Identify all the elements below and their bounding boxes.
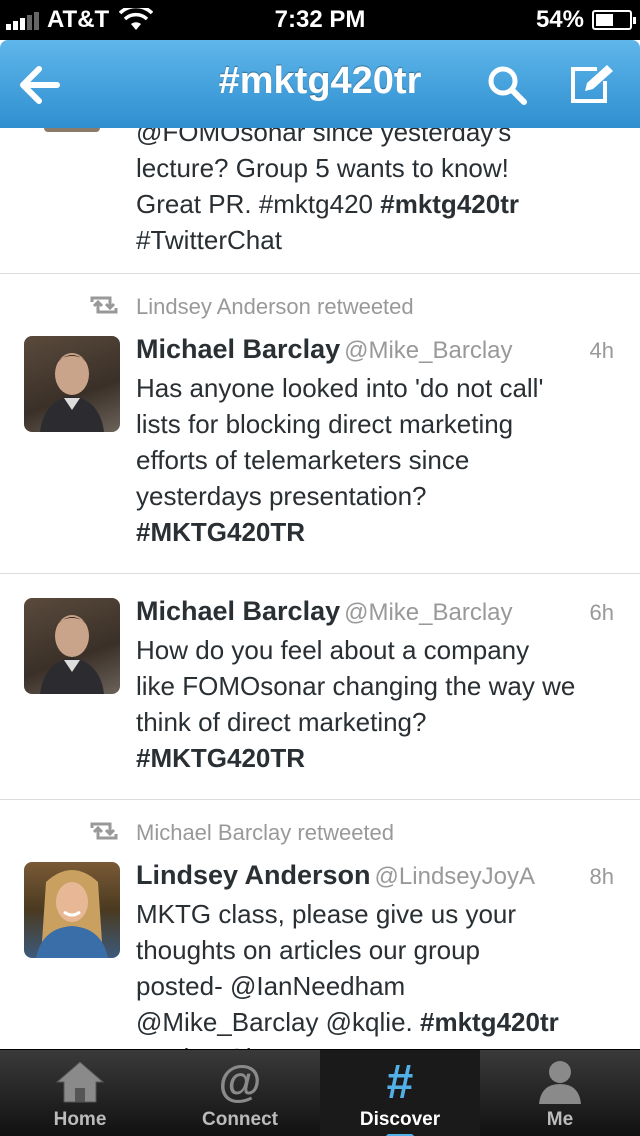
author-name[interactable]: Michael Barclay bbox=[136, 596, 340, 626]
svg-text:#: # bbox=[387, 1058, 414, 1104]
tweet-time: 8h bbox=[589, 864, 614, 889]
avatar[interactable] bbox=[24, 336, 120, 432]
at-icon: @ bbox=[219, 1058, 262, 1104]
retweet-icon bbox=[90, 296, 118, 314]
hashtag-link[interactable]: #mktg420tr bbox=[380, 189, 519, 219]
tweet-time: 4h bbox=[589, 338, 614, 363]
tweet[interactable]: Michael Barclay retweeted Lindsey Anders… bbox=[0, 800, 640, 1049]
tweet-text: @FOMOsonar since yesterday's lecture? Gr… bbox=[136, 128, 626, 258]
author-handle: @LindseyJoyA bbox=[374, 863, 535, 890]
hashtag-link[interactable]: #TwitterChat bbox=[136, 1040, 626, 1049]
hashtag-link[interactable]: #TwitterChat bbox=[136, 222, 626, 258]
hashtag-link[interactable]: #mktg420tr bbox=[420, 1007, 559, 1037]
avatar[interactable] bbox=[24, 862, 120, 958]
author-name[interactable]: Lindsey Anderson bbox=[136, 860, 371, 890]
compose-icon bbox=[571, 65, 613, 103]
navigation-bar: #mktg420tr bbox=[0, 40, 640, 128]
hashtag-link[interactable]: #MKTG420TR bbox=[136, 517, 305, 547]
tweet[interactable]: Lindsey Anderson retweeted Michael Barcl… bbox=[0, 274, 640, 574]
tweet[interactable]: Michael Barclay @Mike_Barclay 6h How do y… bbox=[0, 574, 640, 800]
tab-label: Me bbox=[546, 1109, 574, 1130]
author-handle: @Mike_Barclay bbox=[344, 337, 513, 364]
tweet-text: How do you feel about a company like FOM… bbox=[136, 635, 576, 773]
tab-discover[interactable]: # Discover bbox=[320, 1050, 480, 1136]
tab-me[interactable]: Me bbox=[480, 1050, 640, 1136]
battery-fill bbox=[596, 14, 613, 26]
battery-icon bbox=[592, 10, 636, 30]
avatar-photo bbox=[40, 615, 104, 694]
avatar-photo bbox=[40, 353, 104, 432]
author-line: Michael Barclay @Mike_Barclay bbox=[136, 596, 513, 627]
retweeted-by: Michael Barclay retweeted bbox=[136, 820, 395, 845]
tweet[interactable]: @FOMOsonar since yesterday's lecture? Gr… bbox=[0, 128, 640, 274]
author-line: Michael Barclay @Mike_Barclay bbox=[136, 334, 513, 365]
tweet-text: Has anyone looked into 'do not call' lis… bbox=[136, 373, 544, 547]
page-title: #mktg420tr bbox=[218, 60, 422, 102]
avatar-edge bbox=[44, 128, 100, 132]
tab-connect[interactable]: @ Connect bbox=[160, 1050, 320, 1136]
tweet-text: MKTG class, please give us your thoughts… bbox=[136, 896, 626, 1049]
tweet-feed[interactable]: @FOMOsonar since yesterday's lecture? Gr… bbox=[0, 128, 640, 1049]
battery-percent: 54% bbox=[535, 6, 584, 33]
avatar[interactable] bbox=[24, 598, 120, 694]
author-handle: @Mike_Barclay bbox=[344, 599, 513, 626]
tab-label: Discover bbox=[359, 1109, 441, 1130]
author-line: Lindsey Anderson @LindseyJoyA bbox=[136, 860, 535, 891]
retweet-icon bbox=[90, 822, 118, 840]
search-icon bbox=[488, 66, 527, 105]
home-icon bbox=[55, 1061, 105, 1103]
tab-label: Home bbox=[53, 1109, 107, 1130]
tab-home[interactable]: Home bbox=[0, 1050, 160, 1136]
retweeted-by: Lindsey Anderson retweeted bbox=[136, 294, 414, 319]
tab-bar: Home @ Connect # Discover Me bbox=[0, 1049, 640, 1136]
person-icon bbox=[539, 1061, 581, 1104]
hashtag-icon: # bbox=[387, 1058, 414, 1104]
tweet-time: 6h bbox=[589, 600, 614, 625]
compose-button[interactable] bbox=[566, 60, 616, 110]
status-right: 54% bbox=[535, 6, 636, 34]
hashtag-link[interactable]: #MKTG420TR bbox=[136, 743, 305, 773]
avatar-photo bbox=[36, 870, 108, 958]
status-bar: AT&T 7:32 PM 54% bbox=[0, 0, 640, 40]
tab-label: Connect bbox=[202, 1109, 278, 1130]
search-button[interactable] bbox=[482, 60, 532, 110]
svg-text:@: @ bbox=[219, 1058, 262, 1104]
author-name[interactable]: Michael Barclay bbox=[136, 334, 340, 364]
